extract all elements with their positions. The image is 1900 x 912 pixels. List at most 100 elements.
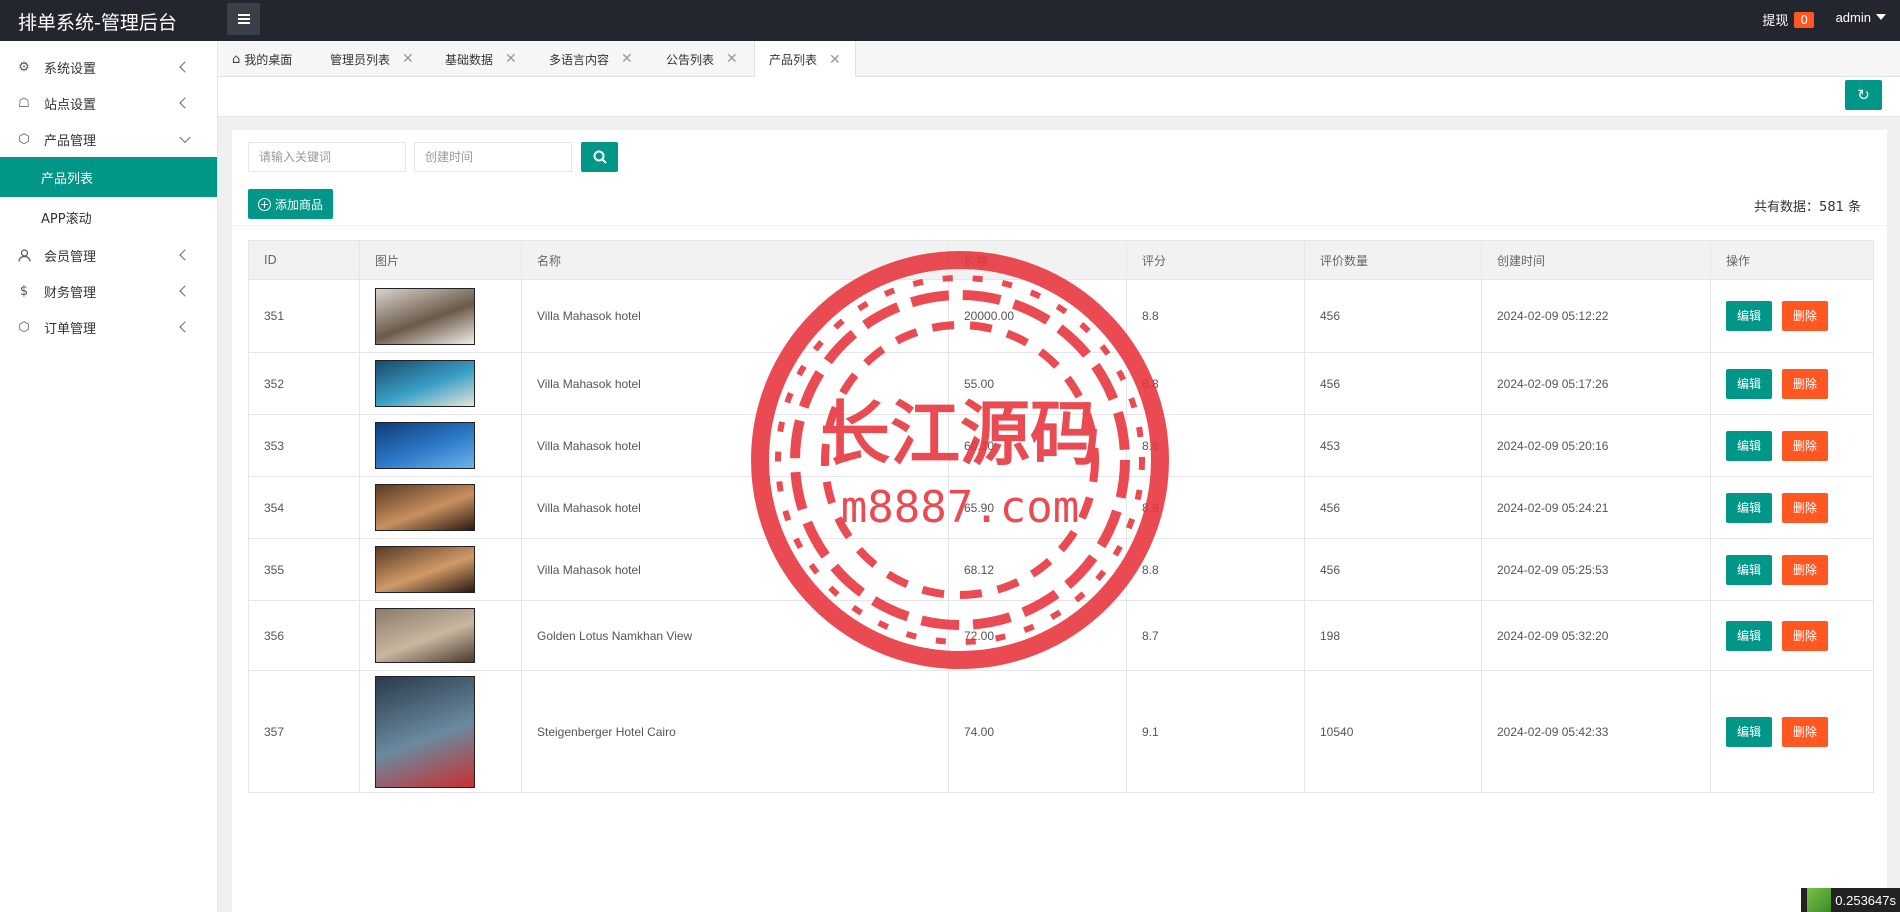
delete-button[interactable]: 删除 xyxy=(1782,716,1829,747)
table-row: 352 Villa Mahasok hotel 55.00 8.8 456 2024-02… xyxy=(248,352,1874,415)
search-button[interactable] xyxy=(581,142,618,172)
edit-button[interactable]: 编辑 xyxy=(1726,492,1773,523)
tab-basic-data[interactable]: 基础数据 ✕ xyxy=(445,41,517,77)
product-thumbnail[interactable] xyxy=(375,675,475,788)
cell-price: 55.00 xyxy=(948,352,1127,415)
edit-button[interactable]: 编辑 xyxy=(1726,368,1773,399)
refresh-button[interactable]: ↻ xyxy=(1845,80,1882,110)
edit-button[interactable]: 编辑 xyxy=(1726,620,1773,651)
column-header-rating: 评分 xyxy=(1126,240,1305,280)
close-icon[interactable]: ✕ xyxy=(726,51,738,67)
cell-image xyxy=(359,538,522,601)
sidebar-item-site-settings[interactable]: ☖ 站点设置 xyxy=(0,85,217,121)
delete-button[interactable]: 删除 xyxy=(1782,430,1829,461)
sidebar-subitem-product-list[interactable]: 产品列表 xyxy=(0,157,217,197)
product-thumbnail[interactable] xyxy=(375,608,475,663)
product-thumbnail[interactable] xyxy=(375,287,475,345)
cell-rating: 8.9 xyxy=(1126,476,1305,539)
tab-my-desktop[interactable]: ⌂ 我的桌面 xyxy=(232,41,292,77)
sidebar-subitem-app-scroll[interactable]: APP滚动 xyxy=(0,197,217,237)
cell-price: 60.30 xyxy=(948,414,1127,477)
sidebar-item-system-settings[interactable]: ⚙ 系统设置 xyxy=(0,49,217,85)
cell-review-count: 456 xyxy=(1304,279,1482,353)
edit-button[interactable]: 编辑 xyxy=(1726,716,1773,747)
sidebar-item-label: 财务管理 xyxy=(44,285,97,301)
timer-value: 0.253647s xyxy=(1835,892,1896,908)
column-header-created-time: 创建时间 xyxy=(1481,240,1711,280)
cell-created-time: 2024-02-09 05:42:33 xyxy=(1481,670,1711,793)
cell-review-count: 198 xyxy=(1304,600,1482,671)
cell-actions: 编辑 删除 xyxy=(1710,670,1874,793)
cell-actions: 编辑 删除 xyxy=(1710,600,1874,671)
tab-admin-list[interactable]: 管理员列表 ✕ xyxy=(330,41,414,77)
top-bar: 排单系统-管理后台 提现 0 admin xyxy=(0,0,1900,41)
cell-id: 357 xyxy=(248,670,360,793)
close-icon[interactable]: ✕ xyxy=(829,52,841,68)
tab-label: 公告列表 xyxy=(666,52,715,67)
sidebar-item-label: 系统设置 xyxy=(44,61,97,77)
edit-button[interactable]: 编辑 xyxy=(1726,430,1773,461)
sidebar-item-label: 会员管理 xyxy=(44,249,97,265)
tab-multilang-content[interactable]: 多语言内容 ✕ xyxy=(549,41,633,77)
dollar-icon: $ xyxy=(19,283,29,299)
close-icon[interactable]: ✕ xyxy=(505,51,517,67)
table-row: 355 Villa Mahasok hotel 68.12 8.8 456 2024-02… xyxy=(248,538,1874,601)
product-thumbnail[interactable] xyxy=(375,484,475,531)
delete-button[interactable]: 删除 xyxy=(1782,620,1829,651)
sidebar-item-product-management[interactable]: ⬡ 产品管理 xyxy=(0,121,217,157)
withdraw-link[interactable]: 提现 0 xyxy=(1762,10,1814,29)
sidebar-item-member-management[interactable]: 会员管理 xyxy=(0,237,217,273)
user-name: admin xyxy=(1835,10,1871,25)
cell-price: 68.12 xyxy=(948,538,1127,601)
add-product-button[interactable]: + 添加商品 xyxy=(248,189,334,219)
chevron-left-icon xyxy=(179,285,191,297)
cell-actions: 编辑 删除 xyxy=(1710,476,1874,539)
cell-rating: 8.8 xyxy=(1126,538,1305,601)
delete-button[interactable]: 删除 xyxy=(1782,554,1829,585)
product-thumbnail[interactable] xyxy=(375,546,475,593)
refresh-icon: ↻ xyxy=(1857,87,1870,104)
cell-id: 356 xyxy=(248,600,360,671)
chevron-left-icon xyxy=(179,321,191,333)
hamburger-icon xyxy=(237,18,250,20)
cell-rating: 8.7 xyxy=(1126,600,1305,671)
tab-label: 多语言内容 xyxy=(549,52,610,67)
sidebar-item-finance-management[interactable]: $ 财务管理 xyxy=(0,273,217,309)
cell-price: 74.00 xyxy=(948,670,1127,793)
cell-id: 354 xyxy=(248,476,360,539)
close-icon[interactable]: ✕ xyxy=(621,51,633,67)
cell-created-time: 2024-02-09 05:25:53 xyxy=(1481,538,1711,601)
plus-circle-icon: + xyxy=(258,197,271,211)
cell-actions: 编辑 删除 xyxy=(1710,538,1874,601)
cell-review-count: 456 xyxy=(1304,352,1482,415)
product-thumbnail[interactable] xyxy=(375,422,475,469)
cell-rating: 9.1 xyxy=(1126,670,1305,793)
close-icon[interactable]: ✕ xyxy=(402,51,414,67)
menu-toggle-button[interactable] xyxy=(227,3,260,35)
cell-name: Villa Mahasok hotel xyxy=(521,476,949,539)
product-thumbnail[interactable] xyxy=(375,360,475,407)
delete-button[interactable]: 删除 xyxy=(1782,492,1829,523)
page-toolbar: ↻ xyxy=(218,77,1900,117)
tab-product-list[interactable]: 产品列表 ✕ xyxy=(754,41,856,78)
chevron-left-icon xyxy=(179,61,191,73)
edit-button[interactable]: 编辑 xyxy=(1726,554,1773,585)
user-menu[interactable]: admin xyxy=(1836,10,1886,25)
delete-button[interactable]: 删除 xyxy=(1782,368,1829,399)
total-count: 共有数据：581 条 xyxy=(1754,200,1861,215)
cell-review-count: 10540 xyxy=(1304,670,1482,793)
column-header-image: 图片 xyxy=(359,240,522,280)
keyword-search-input[interactable] xyxy=(248,142,406,172)
product-list-card: + 添加商品 共有数据：581 条 ID 图片 名称 价格 评分 评价数量 创建… xyxy=(232,130,1887,912)
cell-id: 355 xyxy=(248,538,360,601)
cell-name: Steigenberger Hotel Cairo xyxy=(521,670,949,793)
delete-button[interactable]: 删除 xyxy=(1782,301,1829,331)
edit-button[interactable]: 编辑 xyxy=(1726,301,1773,331)
created-date-input[interactable] xyxy=(414,142,572,172)
sidebar-item-order-management[interactable]: ⬡ 订单管理 xyxy=(0,309,217,345)
cell-rating: 8.8 xyxy=(1126,352,1305,415)
cell-name: Villa Mahasok hotel xyxy=(521,279,949,353)
chevron-left-icon xyxy=(179,97,191,109)
tab-notice-list[interactable]: 公告列表 ✕ xyxy=(666,41,738,77)
cell-image xyxy=(359,600,522,671)
